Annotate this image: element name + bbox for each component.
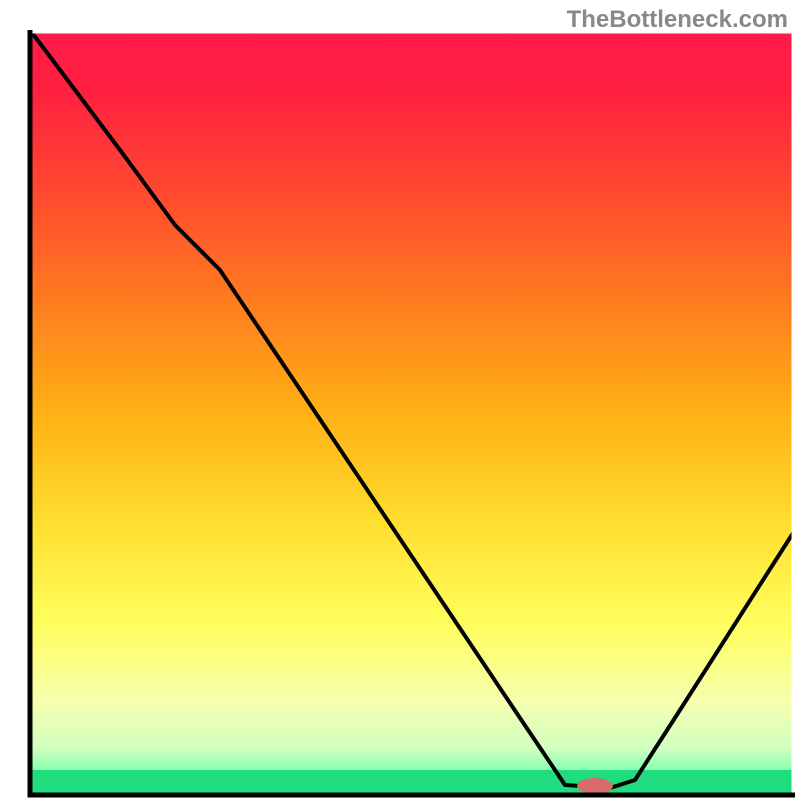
chart-svg xyxy=(0,0,800,800)
watermark-text: TheBottleneck.com xyxy=(567,6,788,34)
chart-container: TheBottleneck.com xyxy=(0,0,800,800)
green-band xyxy=(30,770,795,795)
optimal-marker xyxy=(577,778,613,794)
chart-background xyxy=(30,30,795,795)
